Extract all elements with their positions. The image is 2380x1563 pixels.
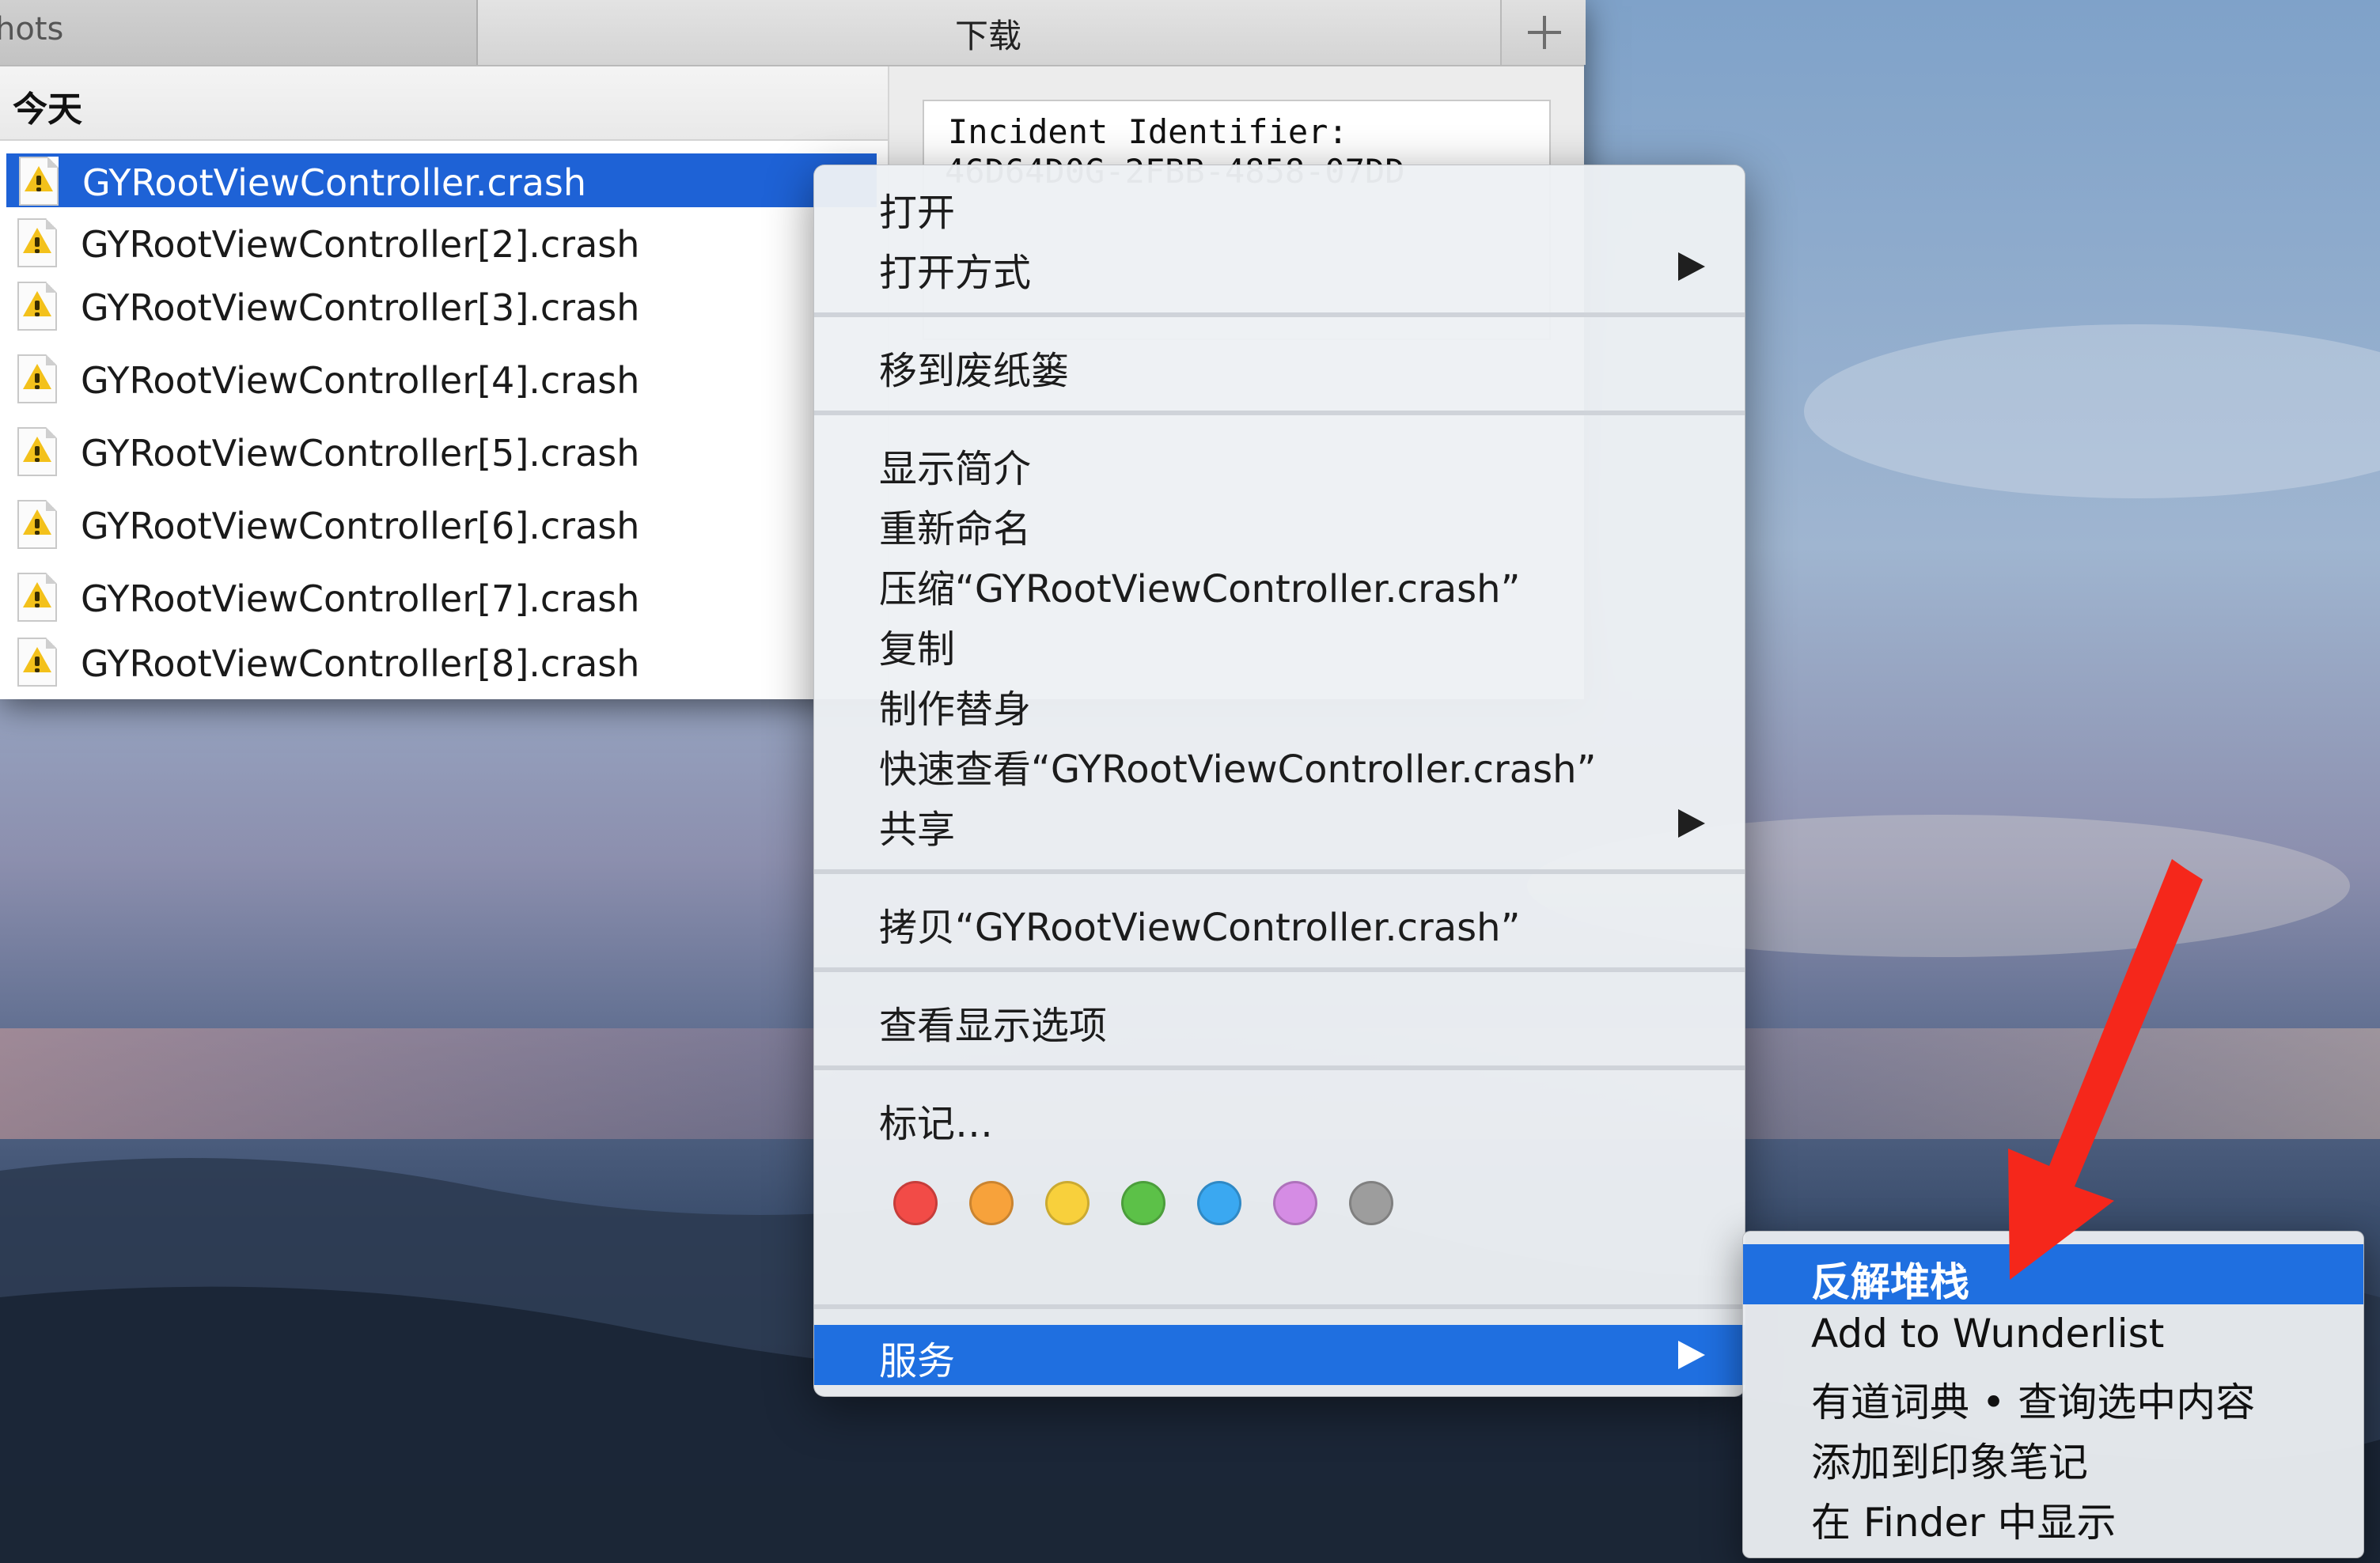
tab-bar: hots 下载 (0, 0, 1586, 66)
group-header: 今天 (0, 66, 888, 141)
file-name: GYRootViewController[2].crash (81, 223, 640, 266)
menu-item-label: 标记… (879, 1102, 994, 1146)
crash-file-icon (17, 500, 57, 549)
menu-item-label: 服务 (879, 1339, 956, 1383)
services-submenu: 反解堆栈 Add to Wunderlist 有道词典 • 查询选中内容 添加到… (1742, 1231, 2364, 1558)
submenu-arrow-icon (1678, 252, 1705, 281)
context-menu: 打开 打开方式 移到废纸篓 显示简介 重新命名 压缩“GYRootViewCon… (813, 165, 1745, 1397)
tab-screenshots[interactable]: hots (0, 0, 478, 65)
crash-file-icon (17, 218, 57, 267)
menu-item-make-alias[interactable]: 制作替身 (814, 673, 1745, 732)
crash-file-icon (19, 157, 59, 206)
menu-item-label: 压缩“GYRootViewController.crash” (879, 567, 1521, 611)
new-tab-button[interactable] (1500, 0, 1586, 65)
file-row[interactable]: GYRootViewController[3].crash (0, 277, 888, 334)
crash-file-icon (17, 573, 57, 622)
file-row[interactable]: GYRootViewController.crash (5, 152, 878, 209)
group-header-label: 今天 (13, 89, 82, 130)
menu-item-label: 查看显示选项 (879, 1004, 1108, 1048)
tab-downloads[interactable]: 下载 (478, 0, 1499, 65)
menu-separator (814, 869, 1745, 874)
service-show-in-finder[interactable]: 在 Finder 中显示 (1743, 1485, 2363, 1546)
submenu-arrow-icon (1678, 809, 1705, 838)
service-label: 有道词典 • 查询选中内容 (1811, 1379, 2256, 1425)
menu-separator (814, 411, 1745, 415)
menu-item-label: 快速查看“GYRootViewController.crash” (879, 747, 1597, 792)
tag-orange[interactable] (969, 1181, 1014, 1225)
menu-item-label: 制作替身 (879, 687, 1032, 732)
file-name: GYRootViewController[6].crash (81, 505, 640, 547)
file-row[interactable]: GYRootViewController[4].crash (0, 350, 888, 407)
crash-file-icon (17, 427, 57, 476)
menu-item-get-info[interactable]: 显示简介 (814, 433, 1745, 491)
service-evernote[interactable]: 添加到印象笔记 (1743, 1425, 2363, 1485)
menu-separator (814, 312, 1745, 317)
menu-item-label: 重新命名 (879, 507, 1032, 551)
menu-item-quick-look[interactable]: 快速查看“GYRootViewController.crash” (814, 733, 1745, 792)
tag-red[interactable] (893, 1181, 938, 1225)
menu-item-tags[interactable]: 标记… (814, 1088, 1745, 1146)
crash-file-icon (17, 282, 57, 331)
menu-item-copy[interactable]: 拷贝“GYRootViewController.crash” (814, 891, 1745, 950)
menu-item-rename[interactable]: 重新命名 (814, 493, 1745, 551)
service-wunderlist[interactable]: Add to Wunderlist (1743, 1304, 2363, 1364)
service-label: Add to Wunderlist (1811, 1311, 2165, 1357)
menu-separator (814, 967, 1745, 972)
crash-file-icon (17, 638, 57, 687)
service-label: 反解堆栈 (1811, 1259, 1969, 1305)
tag-gray[interactable] (1349, 1181, 1393, 1225)
menu-item-move-to-trash[interactable]: 移到废纸篓 (814, 335, 1745, 393)
tag-purple[interactable] (1273, 1181, 1317, 1225)
tag-yellow[interactable] (1045, 1181, 1090, 1225)
service-label: 在 Finder 中显示 (1811, 1500, 2117, 1546)
submenu-arrow-icon (1678, 1341, 1705, 1369)
crash-file-icon (17, 354, 57, 403)
file-row[interactable]: GYRootViewController[5].crash (0, 422, 888, 479)
menu-separator (814, 1304, 1745, 1309)
menu-item-share[interactable]: 共享 (814, 793, 1745, 852)
menu-item-label: 打开 (879, 191, 956, 235)
menu-item-label: 显示简介 (879, 447, 1032, 491)
service-symbolicate[interactable]: 反解堆栈 (1743, 1244, 2363, 1305)
tag-green[interactable] (1121, 1181, 1165, 1225)
file-row[interactable]: GYRootViewController[7].crash (0, 568, 888, 625)
tab-label: 下载 (954, 17, 1021, 55)
file-name: GYRootViewController[3].crash (81, 286, 640, 329)
tab-label: hots (0, 11, 64, 47)
service-youdao[interactable]: 有道词典 • 查询选中内容 (1743, 1364, 2363, 1425)
menu-item-label: 复制 (879, 627, 956, 672)
menu-item-compress[interactable]: 压缩“GYRootViewController.crash” (814, 553, 1745, 611)
menu-item-label: 移到废纸篓 (879, 349, 1070, 393)
menu-item-open[interactable]: 打开 (814, 176, 1745, 235)
menu-separator (814, 1065, 1745, 1070)
file-row[interactable]: GYRootViewController[2].crash (0, 214, 888, 271)
preview-line: Incident Identifier: (948, 112, 1348, 151)
menu-item-label: 打开方式 (879, 251, 1032, 295)
tag-blue[interactable] (1197, 1181, 1241, 1225)
menu-item-label: 共享 (879, 808, 956, 852)
menu-item-show-view-options[interactable]: 查看显示选项 (814, 990, 1745, 1048)
menu-item-duplicate[interactable]: 复制 (814, 613, 1745, 672)
file-row[interactable]: GYRootViewController[8].crash (0, 633, 888, 690)
menu-item-services[interactable]: 服务 (814, 1325, 1745, 1385)
file-list: 今天 GYRootViewController.crash GYRootView… (0, 66, 889, 699)
service-label: 添加到印象笔记 (1811, 1440, 2088, 1485)
menu-item-open-with[interactable]: 打开方式 (814, 237, 1745, 295)
file-name: GYRootViewController[7].crash (81, 577, 640, 620)
file-name: GYRootViewController[8].crash (81, 642, 640, 685)
file-name: GYRootViewController.crash (82, 161, 587, 204)
file-name: GYRootViewController[5].crash (81, 432, 640, 475)
menu-item-label: 拷贝“GYRootViewController.crash” (879, 906, 1521, 950)
file-row[interactable]: GYRootViewController[6].crash (0, 495, 888, 552)
file-name: GYRootViewController[4].crash (81, 359, 640, 402)
